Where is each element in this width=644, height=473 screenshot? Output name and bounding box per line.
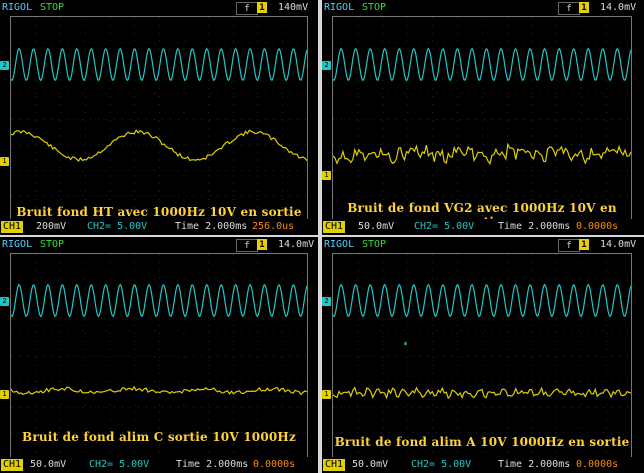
scope-status-bar: RIGOL STOP f 1 14.0mV — [0, 237, 318, 253]
time-scale: Time 2.000ms — [498, 221, 571, 232]
trigger-edge-icon: f — [558, 2, 580, 15]
rigol-brand: RIGOL — [2, 2, 33, 13]
rigol-brand: RIGOL — [324, 2, 355, 13]
panel-caption: Bruit fond HT avec 1000Hz 10V en sortie — [16, 205, 302, 219]
panel-caption: Bruit de fond alim C sortie 10V 1000Hz — [22, 430, 296, 444]
trigger-channel-badge: 1 — [257, 2, 267, 13]
panel-caption: Bruit de fond alim A 10V 1000Hz en sorti… — [334, 435, 630, 449]
run-stop-status: STOP — [40, 2, 65, 13]
rigol-brand: RIGOL — [2, 239, 33, 250]
ch1-label: CH1 — [1, 221, 24, 233]
scope-status-bar: RIGOL STOP f 1 140mV — [0, 0, 318, 16]
ch1-marker-icon: 1 — [322, 390, 331, 399]
ch1-label: CH1 — [1, 459, 24, 471]
scope-footer: CH1 50.0mV CH2= 5.00V Time 2.000ms 0.000… — [322, 219, 644, 235]
ch1-trace — [11, 128, 307, 163]
scope-status-bar: RIGOL STOP f 1 14.0mV — [322, 237, 644, 253]
ch2-trace — [11, 283, 307, 318]
ch1-marker-icon: 1 — [0, 157, 9, 166]
run-stop-status: STOP — [362, 2, 387, 13]
offset-value: 0.0000s — [253, 459, 296, 470]
run-stop-status: STOP — [362, 239, 387, 250]
trigger-level: 14.0mV — [600, 239, 637, 250]
ch2-scale: CH2= 5.00V — [414, 221, 475, 232]
ch2-marker-icon: 2 — [322, 61, 331, 70]
ch1-scale: 50.0mV — [352, 459, 389, 470]
trigger-level: 14.0mV — [600, 2, 637, 13]
ch2-trace — [333, 283, 631, 318]
scope-footer: CH1 200mV CH2= 5.00V Time 2.000ms 256.0u… — [0, 219, 318, 235]
scope-panel-4: RIGOL STOP f 1 14.0mV ▼ Bruit de fond al… — [322, 237, 644, 473]
waveform-screen: Bruit de fond alim A 10V 1000Hz en sorti… — [332, 253, 632, 459]
trigger-edge-icon: f — [236, 2, 258, 15]
scope-panel-2: RIGOL STOP f 1 14.0mV ▼ Bruit de fond VG… — [322, 0, 644, 235]
waveform-screen: Bruit de fond alim C sortie 10V 1000Hz — [10, 253, 308, 459]
trigger-channel-badge: 1 — [579, 239, 589, 250]
waveform-screen: Bruit fond HT avec 1000Hz 10V en sortie — [10, 16, 308, 222]
ch1-trace — [333, 386, 631, 400]
ch2-stray-point — [404, 342, 407, 346]
scope-footer: CH1 50.0mV CH2= 5.00V Time 2.000ms 0.000… — [322, 457, 644, 473]
scope-footer: CH1 50.0mV CH2= 5.00V Time 2.000ms 0.000… — [0, 457, 318, 473]
offset-value: 0.0000s — [576, 459, 619, 470]
rigol-brand: RIGOL — [324, 239, 355, 250]
scope-status-bar: RIGOL STOP f 1 14.0mV — [322, 0, 644, 16]
run-stop-status: STOP — [40, 239, 65, 250]
ch2-marker-icon: 2 — [0, 61, 9, 70]
ch2-marker-icon: 2 — [322, 297, 331, 306]
ch1-scale: 50.0mV — [358, 221, 395, 232]
scope-panel-1: RIGOL STOP f 1 140mV ▼ Bruit fond HT ave… — [0, 0, 318, 235]
ch1-marker-icon: 1 — [322, 171, 331, 180]
ch2-scale: CH2= 5.00V — [87, 221, 148, 232]
ch2-scale: CH2= 5.00V — [89, 459, 150, 470]
ch1-marker-icon: 1 — [0, 390, 9, 399]
ch1-scale: 50.0mV — [30, 459, 67, 470]
ch1-label: CH1 — [323, 459, 346, 471]
trigger-level: 140mV — [278, 2, 309, 13]
trigger-channel-badge: 1 — [257, 239, 267, 250]
scope-panel-3: RIGOL STOP f 1 14.0mV ▼ Bruit de fond al… — [0, 237, 318, 473]
offset-value: 0.0000s — [576, 221, 619, 232]
time-scale: Time 2.000ms — [175, 221, 248, 232]
ch1-scale: 200mV — [36, 221, 67, 232]
ch1-trace — [333, 142, 631, 166]
ch1-label: CH1 — [323, 221, 346, 233]
time-scale: Time 2.000ms — [498, 459, 571, 470]
waveform-screen: Bruit de fond VG2 avec 1000Hz 10V en sor… — [332, 16, 632, 229]
ch2-scale: CH2= 5.00V — [411, 459, 472, 470]
ch2-marker-icon: 2 — [0, 297, 9, 306]
trigger-level: 14.0mV — [278, 239, 315, 250]
time-scale: Time 2.000ms — [176, 459, 249, 470]
trigger-edge-icon: f — [558, 239, 580, 252]
trigger-edge-icon: f — [236, 239, 258, 252]
trigger-channel-badge: 1 — [579, 2, 589, 13]
ch1-trace — [11, 385, 307, 396]
offset-value: 256.0us — [252, 221, 295, 232]
